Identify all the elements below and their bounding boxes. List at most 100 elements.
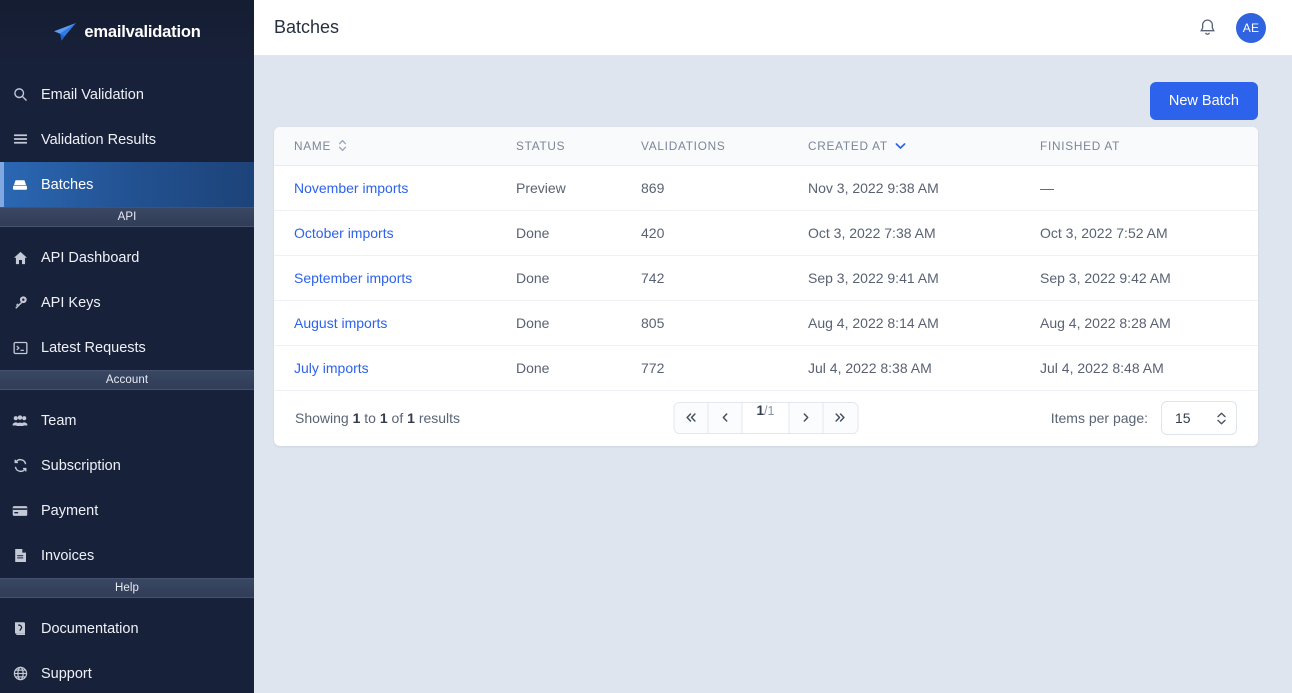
- column-header-validations[interactable]: VALIDATIONS: [621, 127, 788, 165]
- showing-mid: to: [364, 410, 376, 426]
- table-row: October imports Done 420 Oct 3, 2022 7:3…: [274, 210, 1258, 255]
- cell-name: November imports: [274, 165, 496, 210]
- batch-name-link[interactable]: August imports: [294, 315, 387, 331]
- users-icon: [10, 411, 30, 431]
- cell-name: September imports: [274, 255, 496, 300]
- table-body: November imports Preview 869 Nov 3, 2022…: [274, 165, 1258, 390]
- brand-logo[interactable]: emailvalidation: [0, 0, 254, 64]
- chevron-double-right-icon: [834, 410, 847, 426]
- sidebar-item-payment[interactable]: Payment: [0, 488, 254, 533]
- cell-finished-at: Aug 4, 2022 8:28 AM: [1020, 300, 1258, 345]
- sidebar-item-label: Email Validation: [41, 87, 144, 103]
- sidebar-item-latest-requests[interactable]: Latest Requests: [0, 325, 254, 370]
- nav-spacer: [0, 390, 254, 398]
- cell-created-at: Aug 4, 2022 8:14 AM: [788, 300, 1020, 345]
- sidebar-section-account: Account: [0, 370, 254, 390]
- app-root: emailvalidation Email Validation: [0, 0, 1292, 693]
- chevron-left-icon: [721, 410, 730, 426]
- sort-updown-icon[interactable]: [1216, 411, 1227, 426]
- sidebar: emailvalidation Email Validation: [0, 0, 254, 693]
- cell-finished-at: Jul 4, 2022 8:48 AM: [1020, 345, 1258, 390]
- home-icon: [10, 248, 30, 268]
- cell-created-at: Nov 3, 2022 9:38 AM: [788, 165, 1020, 210]
- avatar[interactable]: AE: [1236, 13, 1266, 43]
- sidebar-item-label: API Keys: [41, 295, 101, 311]
- column-header-finished-at[interactable]: FINISHED AT: [1020, 127, 1258, 165]
- sidebar-section-help: Help: [0, 578, 254, 598]
- cell-finished-at: Sep 3, 2022 9:42 AM: [1020, 255, 1258, 300]
- cell-finished-at: Oct 3, 2022 7:52 AM: [1020, 210, 1258, 255]
- items-per-page-value: 15: [1175, 410, 1191, 426]
- next-page-button[interactable]: [789, 403, 823, 433]
- showing-total: 1: [407, 410, 415, 426]
- table-row: August imports Done 805 Aug 4, 2022 8:14…: [274, 300, 1258, 345]
- bell-icon[interactable]: [1196, 17, 1218, 39]
- new-batch-button[interactable]: New Batch: [1150, 82, 1258, 120]
- sidebar-item-label: Latest Requests: [41, 340, 146, 356]
- sidebar-item-validation-results[interactable]: Validation Results: [0, 117, 254, 162]
- batch-name-link[interactable]: September imports: [294, 270, 412, 286]
- page-indicator: 1 /1: [743, 403, 790, 433]
- paper-plane-icon: [53, 22, 77, 42]
- column-header-status[interactable]: STATUS: [496, 127, 621, 165]
- first-page-button[interactable]: [675, 403, 709, 433]
- sidebar-item-invoices[interactable]: Invoices: [0, 533, 254, 578]
- inbox-icon: [10, 175, 30, 195]
- cell-created-at: Oct 3, 2022 7:38 AM: [788, 210, 1020, 255]
- sidebar-item-label: Batches: [41, 177, 93, 193]
- items-per-page-label: Items per page:: [1051, 410, 1148, 426]
- sidebar-item-support[interactable]: Support: [0, 651, 254, 693]
- sort-updown-icon[interactable]: [338, 139, 347, 152]
- sidebar-item-email-validation[interactable]: Email Validation: [0, 72, 254, 117]
- book-icon: [10, 619, 30, 639]
- column-label: NAME: [294, 139, 331, 153]
- cell-validations: 772: [621, 345, 788, 390]
- cell-status: Done: [496, 210, 621, 255]
- prev-page-button[interactable]: [709, 403, 743, 433]
- cell-name: October imports: [274, 210, 496, 255]
- column-label: VALIDATIONS: [641, 139, 726, 153]
- sidebar-item-label: Invoices: [41, 548, 94, 564]
- sidebar-item-label: Team: [41, 413, 76, 429]
- batches-card: NAME STATUS: [274, 127, 1258, 446]
- sidebar-item-team[interactable]: Team: [0, 398, 254, 443]
- sidebar-item-subscription[interactable]: Subscription: [0, 443, 254, 488]
- sidebar-item-label: API Dashboard: [41, 250, 139, 266]
- cell-status: Done: [496, 345, 621, 390]
- cell-created-at: Sep 3, 2022 9:41 AM: [788, 255, 1020, 300]
- sidebar-item-batches[interactable]: Batches: [0, 162, 254, 207]
- column-label: STATUS: [516, 139, 565, 153]
- cell-name: July imports: [274, 345, 496, 390]
- last-page-button[interactable]: [823, 403, 857, 433]
- table-header-row: NAME STATUS: [274, 127, 1258, 165]
- current-page: 1: [757, 403, 765, 418]
- topbar-actions: AE: [1196, 13, 1266, 43]
- column-header-created-at[interactable]: CREATED AT: [788, 127, 1020, 165]
- sidebar-item-documentation[interactable]: Documentation: [0, 606, 254, 651]
- column-header-name[interactable]: NAME: [274, 127, 496, 165]
- batches-table: NAME STATUS: [274, 127, 1258, 391]
- toolbar: New Batch: [274, 75, 1258, 127]
- sidebar-item-label: Subscription: [41, 458, 121, 474]
- showing-to: 1: [380, 410, 388, 426]
- cell-validations: 420: [621, 210, 788, 255]
- sidebar-item-api-dashboard[interactable]: API Dashboard: [0, 235, 254, 280]
- pagination: 1 /1: [674, 402, 859, 434]
- sidebar-section-api: API: [0, 207, 254, 227]
- sidebar-item-label: Documentation: [41, 621, 139, 637]
- chevron-down-icon[interactable]: [895, 142, 906, 150]
- batch-name-link[interactable]: November imports: [294, 180, 408, 196]
- batch-name-link[interactable]: October imports: [294, 225, 394, 241]
- page-content: New Batch NAME: [254, 56, 1292, 693]
- chevron-right-icon: [801, 410, 810, 426]
- brand-name: emailvalidation: [84, 23, 200, 42]
- sidebar-item-api-keys[interactable]: API Keys: [0, 280, 254, 325]
- credit-card-icon: [10, 501, 30, 521]
- document-icon: [10, 546, 30, 566]
- items-per-page-select[interactable]: 15: [1161, 401, 1237, 435]
- key-icon: [10, 293, 30, 313]
- cell-status: Done: [496, 300, 621, 345]
- batch-name-link[interactable]: July imports: [294, 360, 369, 376]
- cell-name: August imports: [274, 300, 496, 345]
- globe-icon: [10, 664, 30, 684]
